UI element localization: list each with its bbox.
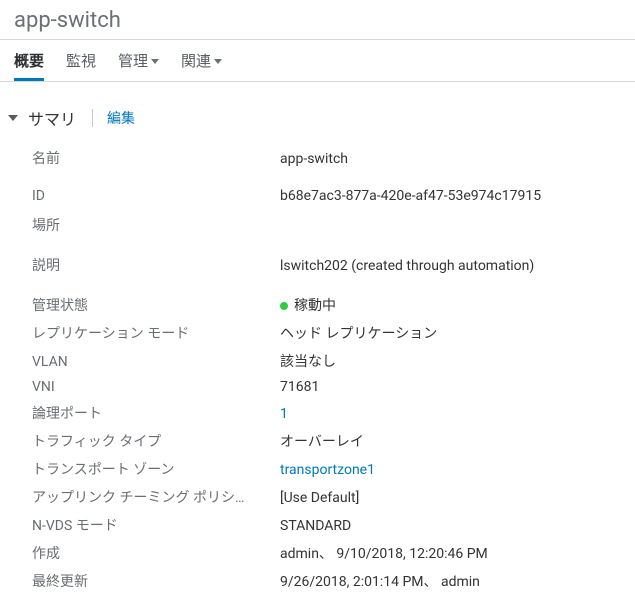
label-logical-ports: 論理ポート <box>32 403 280 423</box>
label-vlan: VLAN <box>32 354 280 370</box>
value-location <box>280 212 621 230</box>
row-traffic-type: トラフィック タイプ オーバーレイ <box>32 431 621 451</box>
label-last-modified: 最終更新 <box>32 571 280 591</box>
edit-link[interactable]: 編集 <box>107 108 135 128</box>
label-name: 名前 <box>32 148 280 168</box>
page-title: app-switch <box>0 0 635 39</box>
value-vlan: 該当なし <box>280 351 621 371</box>
tab-monitor[interactable]: 監視 <box>66 50 96 81</box>
row-name: 名前 app-switch <box>32 148 621 168</box>
row-location: 場所 <box>32 212 621 235</box>
row-replication-mode: レプリケーション モード ヘッド レプリケーション <box>32 323 621 343</box>
label-traffic-type: トラフィック タイプ <box>32 431 280 451</box>
row-admin-state: 管理状態 稼動中 <box>32 295 621 315</box>
label-nvds-mode: N-VDS モード <box>32 515 280 535</box>
summary-section-header: サマリ 編集 <box>0 82 635 138</box>
chevron-down-icon <box>151 59 159 64</box>
value-traffic-type: オーバーレイ <box>280 431 621 451</box>
label-description: 説明 <box>32 255 280 275</box>
row-nvds-mode: N-VDS モード STANDARD <box>32 515 621 535</box>
tab-related[interactable]: 関連 <box>181 50 222 81</box>
tab-overview-label: 概要 <box>14 50 44 71</box>
label-uplink-teaming-policy: アップリンク チーミング ポリシ… <box>32 487 280 507</box>
value-vni: 71681 <box>280 379 621 395</box>
value-description: lswitch202 (created through automation) <box>280 258 621 274</box>
label-admin-state: 管理状態 <box>32 295 280 315</box>
admin-state-text: 稼動中 <box>294 298 336 314</box>
value-id: b68e7ac3-877a-420e-af47-53e974c17915 <box>280 188 621 204</box>
summary-title: サマリ <box>28 106 76 130</box>
tab-bar: 概要 監視 管理 関連 <box>0 40 635 81</box>
tab-manage-label: 管理 <box>118 50 148 71</box>
label-vni: VNI <box>32 379 280 395</box>
label-replication-mode: レプリケーション モード <box>32 323 280 343</box>
row-vni: VNI 71681 <box>32 379 621 395</box>
value-nvds-mode: STANDARD <box>280 518 621 534</box>
row-description: 説明 lswitch202 (created through automatio… <box>32 255 621 275</box>
value-logical-ports[interactable]: 1 <box>280 406 621 422</box>
row-logical-ports: 論理ポート 1 <box>32 403 621 423</box>
row-id: ID b68e7ac3-877a-420e-af47-53e974c17915 <box>32 188 621 204</box>
row-vlan: VLAN 該当なし <box>32 351 621 371</box>
row-uplink-teaming-policy: アップリンク チーミング ポリシ… [Use Default] <box>32 487 621 507</box>
label-id: ID <box>32 188 280 204</box>
summary-properties: 名前 app-switch ID b68e7ac3-877a-420e-af47… <box>0 138 635 613</box>
value-transport-zone[interactable]: transportzone1 <box>280 462 621 478</box>
collapse-toggle-icon[interactable] <box>8 115 18 121</box>
row-transport-zone: トランスポート ゾーン transportzone1 <box>32 459 621 479</box>
value-replication-mode: ヘッド レプリケーション <box>280 323 621 343</box>
value-admin-state: 稼動中 <box>280 295 621 315</box>
label-created: 作成 <box>32 543 280 563</box>
vertical-divider <box>92 109 93 127</box>
chevron-down-icon <box>214 59 222 64</box>
value-name: app-switch <box>280 151 621 167</box>
row-created: 作成 admin、 9/10/2018, 12:20:46 PM <box>32 543 621 563</box>
status-dot-icon <box>280 302 288 310</box>
value-last-modified: 9/26/2018, 2:01:14 PM、 admin <box>280 571 621 591</box>
tab-related-label: 関連 <box>181 50 211 71</box>
value-uplink-teaming-policy: [Use Default] <box>280 490 621 506</box>
value-created: admin、 9/10/2018, 12:20:46 PM <box>280 543 621 563</box>
tab-monitor-label: 監視 <box>66 50 96 71</box>
label-transport-zone: トランスポート ゾーン <box>32 459 280 479</box>
row-last-modified: 最終更新 9/26/2018, 2:01:14 PM、 admin <box>32 571 621 591</box>
tab-manage[interactable]: 管理 <box>118 50 159 81</box>
label-location: 場所 <box>32 215 280 235</box>
tab-overview[interactable]: 概要 <box>14 50 44 81</box>
